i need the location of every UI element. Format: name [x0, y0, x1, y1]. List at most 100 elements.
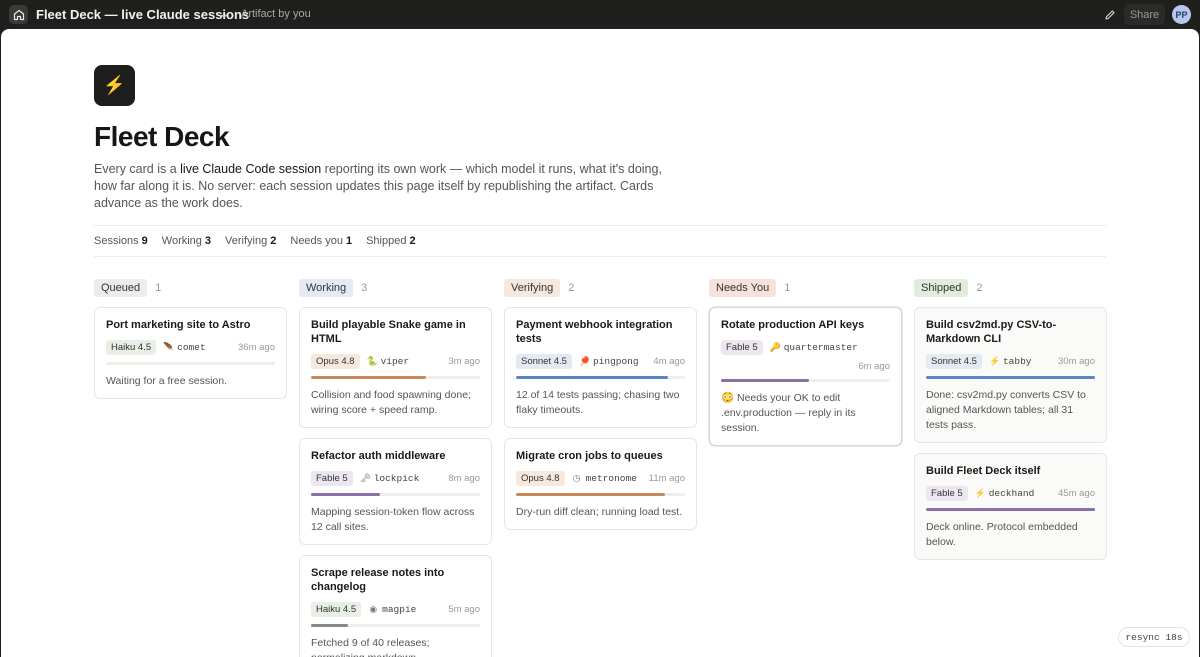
session-card[interactable]: Payment webhook integration tests Sonnet …	[504, 307, 697, 428]
status-note: Dry-run diff clean; running load test.	[516, 506, 683, 518]
card-title: Build Fleet Deck itself	[926, 465, 1041, 477]
card-title: Payment webhook integration tests	[516, 319, 673, 345]
agent-name: deckhand	[988, 487, 1035, 499]
stat-value: 1	[345, 235, 353, 247]
card-meta: Opus 4.8 ◷ metronome 11m ago	[516, 470, 685, 486]
progress-fill	[311, 376, 426, 379]
column-count: 2	[568, 281, 575, 294]
agent-name: comet	[177, 341, 206, 353]
session-card[interactable]: Migrate cron jobs to queues Opus 4.8 ◷ metr…	[504, 438, 697, 530]
column-count: 3	[361, 281, 368, 294]
column-needs-you: Needs You 1 Rotate production API keys Fabl…	[709, 278, 902, 456]
status-note: Deck online. Protocol embedded below.	[926, 521, 1078, 548]
resync-indicator: resync 18s	[1118, 627, 1190, 647]
progress-bar	[311, 624, 480, 627]
stat-label: Working	[161, 235, 202, 247]
session-card[interactable]: Port marketing site to Astro Haiku 4.5 🪶 co…	[94, 307, 287, 399]
top-bar: Fleet Deck — live Claude sessions Artifa…	[0, 0, 1200, 29]
column-count: 1	[784, 281, 791, 294]
agent-name: viper	[380, 355, 410, 367]
session-card[interactable]: Build csv2md.py CSV-to-Markdown CLI Sonne…	[914, 307, 1107, 443]
card-meta: Haiku 4.5 🪶 comet 36m ago	[106, 339, 275, 355]
card-title: Build playable Snake game in HTML	[311, 319, 466, 345]
app-home-icon[interactable]	[9, 5, 28, 24]
model-badge: Opus 4.8	[516, 470, 565, 486]
updated-ago: 6m ago	[858, 361, 890, 372]
agent-icon: ◉	[369, 603, 378, 614]
session-card[interactable]: Scrape release notes into changelog Haiku…	[299, 555, 492, 657]
progress-fill	[926, 508, 1095, 511]
status-note: 12 of 14 tests passing; chasing two flak…	[516, 389, 680, 416]
stat-working: Working 3	[162, 235, 211, 247]
agent-icon: ⚡	[974, 487, 986, 498]
progress-fill	[311, 624, 349, 627]
session-card[interactable]: Rotate production API keys Fable 5 🔑 quarte…	[709, 307, 902, 446]
model-badge: Haiku 4.5	[106, 339, 157, 355]
column-count: 2	[976, 281, 983, 294]
pencil-icon[interactable]	[1104, 8, 1116, 26]
card-meta: Fable 5 ⚡ deckhand 45m ago	[926, 485, 1095, 501]
updated-ago: 30m ago	[1058, 355, 1095, 367]
agent-icon: 🗝	[359, 472, 372, 483]
artifact-title[interactable]: Fleet Deck — live Claude sessions	[36, 7, 249, 22]
column-header: Queued 1	[94, 278, 287, 297]
column-queued: Queued 1 Port marketing site to Astro Haiku…	[94, 278, 287, 409]
status-note: Fetched 9 of 40 releases; normalizing ma…	[311, 637, 430, 657]
agent-icon: 🪶	[163, 341, 175, 352]
column-header: Working 3	[299, 278, 492, 297]
updated-ago: 45m ago	[1058, 487, 1095, 499]
session-card[interactable]: Build playable Snake game in HTML Opus 4.…	[299, 307, 492, 428]
updated-ago: 5m ago	[448, 603, 480, 615]
agent-icon: 🏓	[578, 355, 591, 366]
column-header: Verifying 2	[504, 278, 697, 297]
card-meta: Fable 5 🗝 lockpick 8m ago	[311, 470, 480, 486]
column-header: Shipped 2	[914, 278, 1107, 297]
session-card[interactable]: Refactor auth middleware Fable 5 🗝 lockpick…	[299, 438, 492, 545]
intro-before: Every card is a	[94, 162, 181, 176]
artifact-owner-label: Artifact by you	[241, 8, 311, 20]
progress-fill	[311, 493, 381, 496]
card-meta: Sonnet 4.5 🏓 pingpong 4m ago	[516, 353, 685, 369]
progress-bar	[516, 493, 685, 496]
column-shipped: Shipped 2 Build csv2md.py CSV-to-Markdown …	[914, 278, 1107, 570]
column-count: 1	[155, 281, 162, 294]
agent-name: pingpong	[592, 355, 639, 367]
chevron-down-icon[interactable]	[219, 8, 229, 26]
session-card[interactable]: Build Fleet Deck itself Fable 5 ⚡ deckhand 4…	[914, 453, 1107, 560]
column-label: Needs You	[709, 278, 777, 297]
stat-shipped: Shipped 2	[366, 235, 416, 247]
avatar[interactable]: PP	[1172, 5, 1191, 24]
card-title: Build csv2md.py CSV-to-Markdown CLI	[926, 319, 1057, 345]
progress-bar	[721, 379, 890, 382]
progress-bar	[106, 362, 275, 365]
agent-icon: 🐍	[366, 355, 378, 366]
page-title: Fleet Deck	[94, 121, 230, 152]
status-note: Mapping session-token flow across 12 cal…	[311, 506, 475, 533]
share-button[interactable]: Share	[1124, 4, 1165, 25]
stat-value: 9	[141, 235, 148, 247]
column-label: Working	[299, 278, 354, 297]
stat-sessions: Sessions 9	[94, 235, 148, 247]
card-meta: Sonnet 4.5 ⚡ tabby 30m ago	[926, 353, 1095, 369]
lightning-logo-icon: ⚡	[94, 65, 135, 106]
progress-bar	[926, 508, 1095, 511]
card-title: Rotate production API keys	[721, 319, 865, 331]
updated-ago: 3m ago	[448, 355, 480, 367]
stat-value: 2	[270, 235, 277, 247]
progress-bar	[311, 493, 480, 496]
progress-fill	[516, 376, 669, 379]
progress-bar	[516, 376, 685, 379]
agent-name: quartermaster	[783, 341, 858, 353]
model-badge: Haiku 4.5	[311, 601, 362, 617]
card-meta: Haiku 4.5 ◉ magpie 5m ago	[311, 601, 480, 617]
updated-ago: 4m ago	[653, 355, 685, 367]
intro-highlight: live Claude Code session	[180, 162, 322, 176]
column-label: Shipped	[914, 278, 969, 297]
status-note: Collision and food spawning done; wiring…	[311, 389, 471, 416]
column-working: Working 3 Build playable Snake game in HTM…	[299, 278, 492, 657]
stat-needs-you: Needs you 1	[290, 235, 352, 247]
logo-glyph: ⚡	[103, 75, 126, 95]
card-title: Port marketing site to Astro	[106, 319, 251, 331]
stat-label: Shipped	[366, 235, 407, 247]
agent-icon: 🔑	[769, 341, 781, 352]
